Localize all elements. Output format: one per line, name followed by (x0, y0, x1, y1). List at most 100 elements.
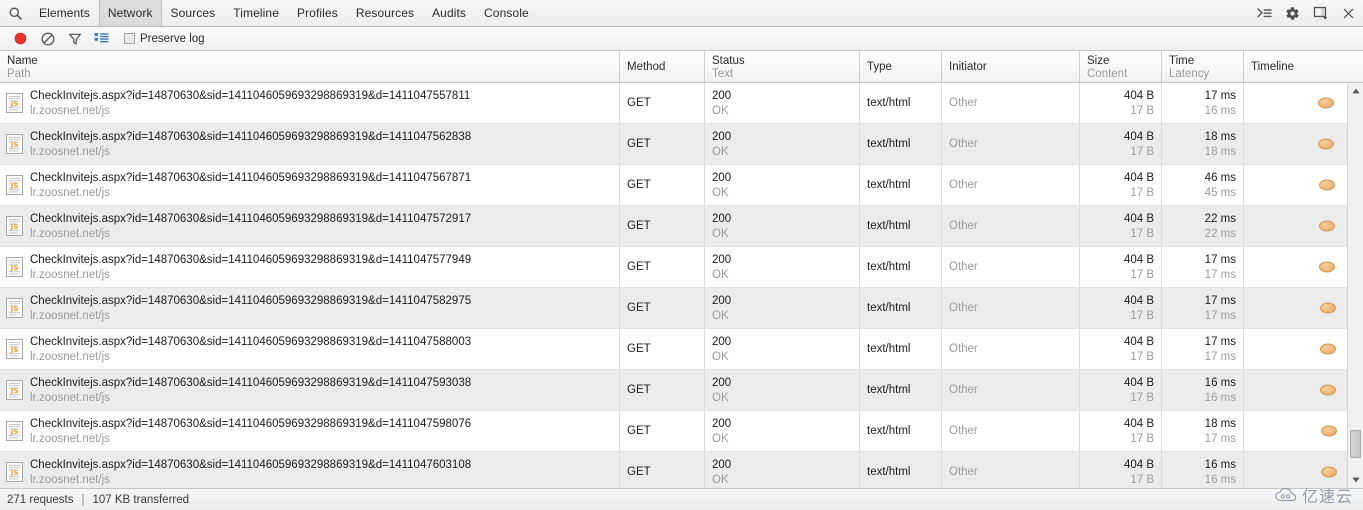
settings-gear-icon[interactable] (1284, 5, 1301, 22)
tab-audits[interactable]: Audits (423, 0, 475, 26)
tab-console[interactable]: Console (475, 0, 538, 26)
column-header-timeline[interactable]: Timeline (1244, 51, 1363, 82)
request-time: 18 ms (1204, 130, 1236, 143)
clear-button-icon[interactable] (34, 28, 61, 49)
console-drawer-icon[interactable] (1256, 5, 1273, 22)
timeline-bar (1320, 302, 1336, 314)
column-header-method[interactable]: Method (620, 51, 705, 82)
request-method: GET (627, 261, 651, 273)
request-method: GET (627, 220, 651, 232)
cell-name[interactable]: JS CheckInvitejs.aspx?id=14870630&sid=141… (0, 83, 620, 123)
table-row[interactable]: JS CheckInvitejs.aspx?id=14870630&sid=141… (0, 370, 1347, 411)
table-row[interactable]: JS CheckInvitejs.aspx?id=14870630&sid=141… (0, 247, 1347, 288)
table-row[interactable]: JS CheckInvitejs.aspx?id=14870630&sid=141… (0, 288, 1347, 329)
scrollbar-thumb[interactable] (1349, 430, 1361, 458)
scrollbar-track[interactable] (1348, 99, 1363, 472)
cell-name[interactable]: JS CheckInvitejs.aspx?id=14870630&sid=141… (0, 370, 620, 410)
column-subtitle: Content (1087, 67, 1128, 80)
request-time: 17 ms (1204, 253, 1236, 266)
request-type: text/html (867, 302, 911, 314)
request-content-size: 17 B (1130, 186, 1154, 199)
request-name: CheckInvitejs.aspx?id=14870630&sid=14110… (30, 376, 472, 389)
column-header-status[interactable]: Status Text (705, 51, 860, 82)
column-header-name[interactable]: Name Path (0, 51, 620, 82)
cell-name[interactable]: JS CheckInvitejs.aspx?id=14870630&sid=141… (0, 165, 620, 205)
request-size: 404 B (1123, 212, 1154, 225)
cell-timeline (1244, 452, 1347, 488)
cell-name[interactable]: JS CheckInvitejs.aspx?id=14870630&sid=141… (0, 288, 620, 328)
tab-network[interactable]: Network (98, 0, 162, 26)
preserve-log-checkbox[interactable]: Preserve log (124, 33, 205, 45)
request-name: CheckInvitejs.aspx?id=14870630&sid=14110… (30, 417, 472, 430)
table-row[interactable]: JS CheckInvitejs.aspx?id=14870630&sid=141… (0, 165, 1347, 206)
column-header-type[interactable]: Type (860, 51, 942, 82)
search-icon[interactable] (0, 0, 30, 26)
cell-name[interactable]: JS CheckInvitejs.aspx?id=14870630&sid=141… (0, 411, 620, 451)
request-content-size: 17 B (1130, 391, 1154, 404)
checkbox-box[interactable] (124, 33, 135, 44)
table-row[interactable]: JS CheckInvitejs.aspx?id=14870630&sid=141… (0, 411, 1347, 452)
tab-sources[interactable]: Sources (162, 0, 225, 26)
svg-text:JS: JS (10, 99, 19, 108)
cell-initiator: Other (942, 288, 1080, 328)
request-content-size: 17 B (1130, 473, 1154, 486)
cell-method: GET (620, 370, 705, 410)
request-type: text/html (867, 220, 911, 232)
close-icon[interactable] (1340, 5, 1357, 22)
js-file-icon: JS (6, 257, 23, 277)
cell-name[interactable]: JS CheckInvitejs.aspx?id=14870630&sid=141… (0, 247, 620, 287)
request-status-code: 200 (712, 376, 732, 389)
cell-name[interactable]: JS CheckInvitejs.aspx?id=14870630&sid=141… (0, 452, 620, 488)
column-header-size[interactable]: Size Content (1080, 51, 1162, 82)
vertical-scrollbar[interactable] (1347, 83, 1363, 488)
request-status-text: OK (712, 227, 729, 240)
status-separator: | (81, 493, 85, 506)
cell-timeline (1244, 288, 1347, 328)
tab-elements[interactable]: Elements (30, 0, 99, 26)
filter-funnel-icon[interactable] (61, 28, 88, 49)
timeline-bar (1318, 138, 1334, 150)
column-header-initiator[interactable]: Initiator (942, 51, 1080, 82)
request-status-code: 200 (712, 417, 732, 430)
table-row[interactable]: JS CheckInvitejs.aspx?id=14870630&sid=141… (0, 329, 1347, 370)
cell-name[interactable]: JS CheckInvitejs.aspx?id=14870630&sid=141… (0, 329, 620, 369)
request-type: text/html (867, 179, 911, 191)
cell-status: 200 OK (705, 329, 860, 369)
tab-timeline[interactable]: Timeline (224, 0, 288, 26)
request-initiator: Other (949, 384, 978, 396)
request-name: CheckInvitejs.aspx?id=14870630&sid=14110… (30, 89, 471, 102)
request-name: CheckInvitejs.aspx?id=14870630&sid=14110… (30, 458, 472, 471)
column-header-time[interactable]: Time Latency (1162, 51, 1244, 82)
request-time: 16 ms (1204, 458, 1236, 471)
dock-side-icon[interactable] (1312, 5, 1329, 22)
request-type: text/html (867, 343, 911, 355)
cell-time: 18 ms 17 ms (1162, 411, 1244, 451)
view-list-icon[interactable] (88, 28, 115, 49)
cell-method: GET (620, 124, 705, 164)
cell-timeline (1244, 411, 1347, 451)
cell-time: 17 ms 16 ms (1162, 83, 1244, 123)
table-row[interactable]: JS CheckInvitejs.aspx?id=14870630&sid=141… (0, 124, 1347, 165)
table-row[interactable]: JS CheckInvitejs.aspx?id=14870630&sid=141… (0, 452, 1347, 488)
request-name: CheckInvitejs.aspx?id=14870630&sid=14110… (30, 212, 472, 225)
request-status-text: OK (712, 391, 729, 404)
request-status-text: OK (712, 350, 729, 363)
scroll-down-arrow-icon[interactable] (1347, 472, 1363, 488)
request-latency: 16 ms (1204, 473, 1236, 486)
cell-time: 46 ms 45 ms (1162, 165, 1244, 205)
tab-resources[interactable]: Resources (347, 0, 423, 26)
cell-name[interactable]: JS CheckInvitejs.aspx?id=14870630&sid=141… (0, 206, 620, 246)
cell-name[interactable]: JS CheckInvitejs.aspx?id=14870630&sid=141… (0, 124, 620, 164)
tab-label: Profiles (296, 6, 338, 20)
cell-size: 404 B 17 B (1080, 370, 1162, 410)
cell-time: 17 ms 17 ms (1162, 288, 1244, 328)
request-latency: 17 ms (1204, 309, 1236, 322)
tab-profiles[interactable]: Profiles (288, 0, 347, 26)
table-row[interactable]: JS CheckInvitejs.aspx?id=14870630&sid=141… (0, 83, 1347, 124)
scroll-up-arrow-icon[interactable] (1347, 83, 1363, 99)
js-file-icon: JS (6, 93, 23, 113)
request-latency: 17 ms (1204, 432, 1236, 445)
request-latency: 18 ms (1204, 145, 1236, 158)
record-button-icon[interactable] (7, 28, 34, 49)
table-row[interactable]: JS CheckInvitejs.aspx?id=14870630&sid=141… (0, 206, 1347, 247)
